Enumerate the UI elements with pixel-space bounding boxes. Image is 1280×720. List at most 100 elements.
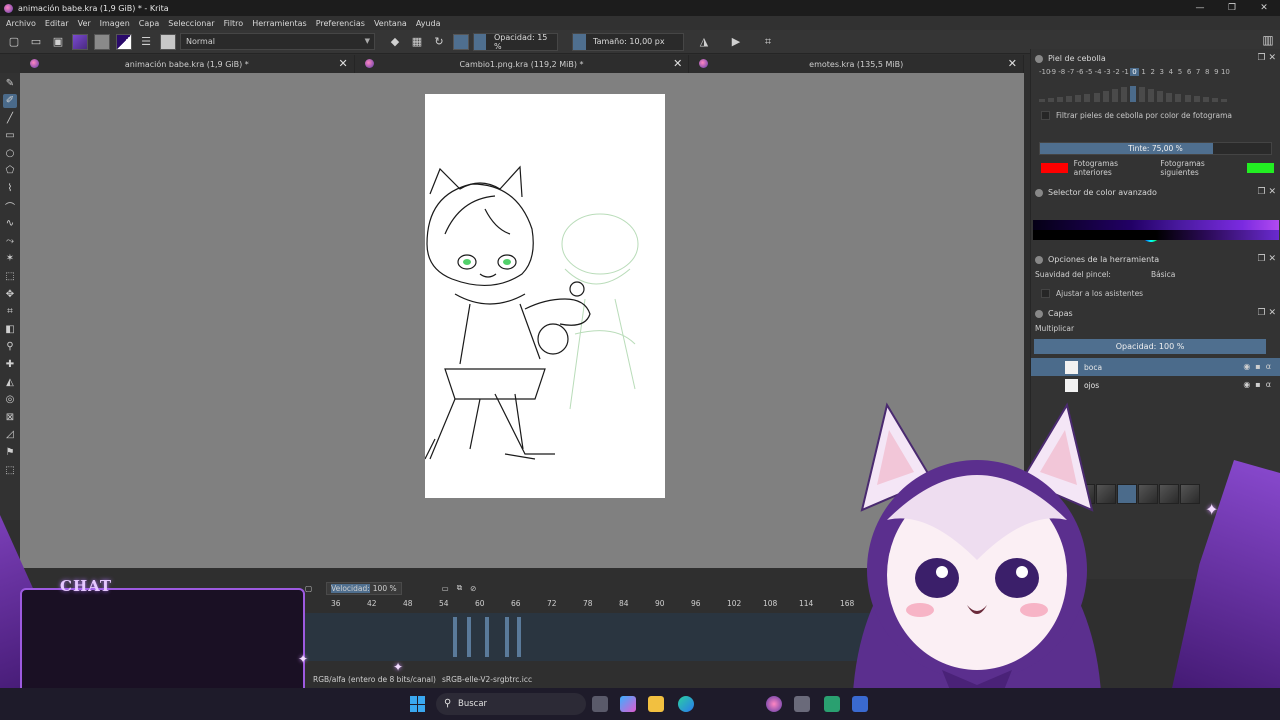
onion-frame-1[interactable]: 1	[1139, 68, 1148, 76]
fill-tool-icon[interactable]: ◭	[3, 375, 17, 389]
menu-ayuda[interactable]: Ayuda	[416, 19, 441, 28]
brush-preset[interactable]	[1138, 484, 1158, 504]
onion-frame--9[interactable]: -9	[1048, 68, 1057, 76]
onion-frame-10[interactable]: 10	[1221, 68, 1230, 76]
onion-opacity-bar[interactable]	[1211, 98, 1218, 102]
layer-blend-select[interactable]: Multiplicar	[1035, 324, 1074, 333]
close-tab-icon[interactable]: ✕	[1008, 57, 1017, 70]
line-tool-icon[interactable]: ╱	[3, 111, 17, 125]
onion-frame-6[interactable]: 6	[1185, 68, 1194, 76]
fg-bg-color-swatch[interactable]	[116, 33, 132, 50]
layer-visibility-lock-icons[interactable]: ◉▪α	[1243, 380, 1276, 389]
onion-toggle-icon[interactable]: ▭	[442, 584, 449, 593]
onion-frame-8[interactable]: 8	[1203, 68, 1212, 76]
panel-float-close-icons[interactable]: ❐ ✕	[1258, 308, 1276, 318]
layer-blend-row[interactable]: Multiplicar	[1031, 321, 1280, 336]
select-rectangle-tool-icon[interactable]: ⬚	[3, 463, 17, 477]
open-folder-icon[interactable]: ▭	[28, 34, 44, 50]
onion-opacity-bar[interactable]	[1202, 97, 1209, 102]
layer-opacity-slider[interactable]: Opacidad: 100 %	[1034, 339, 1266, 354]
close-window-button[interactable]: ✕	[1248, 0, 1280, 16]
mirror-vertical-icon[interactable]: ▶	[728, 34, 744, 50]
drop-frames-icon[interactable]: ⊘	[470, 584, 476, 593]
new-document-icon[interactable]: ▢	[6, 34, 22, 50]
onion-frame--7[interactable]: -7	[1066, 68, 1075, 76]
ellipse-tool-icon[interactable]: ○	[3, 146, 17, 160]
task-view-icon[interactable]	[592, 696, 608, 712]
menu-ver[interactable]: Ver	[78, 19, 91, 28]
onion-frame--8[interactable]: -8	[1057, 68, 1066, 76]
taskbar-search-input[interactable]: ⚲ Buscar	[436, 693, 586, 715]
onion-opacity-bar[interactable]	[1193, 96, 1200, 102]
onion-opacity-bar[interactable]	[1148, 89, 1155, 102]
crop-tool-icon[interactable]: ⌗	[3, 305, 17, 319]
opacity-slider[interactable]: Opacidad: 15 %	[473, 32, 558, 51]
polyline-tool-icon[interactable]: ⌇	[3, 182, 17, 196]
app-taskbar-icon[interactable]	[794, 696, 810, 712]
onion-opacity-bar[interactable]	[1057, 97, 1064, 102]
smart-patch-tool-icon[interactable]: ✚	[3, 358, 17, 372]
tab-animacion-babe[interactable]: animación babe.kra (1,9 GiB) * ✕	[20, 55, 355, 73]
copilot-icon[interactable]	[620, 696, 636, 712]
freehand-brush-tool-icon[interactable]: ✐	[3, 93, 17, 108]
brush-preset-swatch[interactable]	[160, 33, 176, 50]
assistant-tool-icon[interactable]: ⊠	[3, 410, 17, 424]
onion-opacity-bar[interactable]	[1166, 93, 1173, 102]
minimize-button[interactable]: —	[1184, 0, 1216, 16]
onion-filter-checkbox-row[interactable]: Filtrar pieles de cebolla por color de f…	[1031, 108, 1280, 122]
onion-opacity-bar[interactable]	[1139, 87, 1146, 102]
onion-frame-9[interactable]: 9	[1212, 68, 1221, 76]
wrap-around-icon[interactable]: ⌗	[760, 34, 776, 50]
panel-float-close-icons[interactable]: ❐ ✕	[1258, 53, 1276, 63]
color-picker-tool-icon[interactable]: ⚲	[3, 340, 17, 354]
speed-field[interactable]: Velocidad: 100 %	[326, 581, 402, 595]
menu-ventana[interactable]: Ventana	[374, 19, 407, 28]
onion-opacity-bar[interactable]	[1175, 94, 1182, 102]
layer-row[interactable]: boca ◉▪α	[1031, 358, 1280, 376]
assistants-checkbox[interactable]	[1041, 288, 1050, 298]
save-icon[interactable]: ▣	[50, 34, 66, 50]
onion-frame--5[interactable]: -5	[1084, 68, 1093, 76]
tab-emotes[interactable]: emotes.kra (135,5 MiB) ✕	[689, 55, 1025, 73]
onion-frame--2[interactable]: -2	[1112, 68, 1121, 76]
onion-opacity-bar[interactable]	[1184, 95, 1191, 102]
onion-opacity-bar[interactable]	[1157, 91, 1164, 102]
panel-float-close-icons[interactable]: ❐ ✕	[1258, 254, 1276, 264]
drawing-canvas[interactable]	[424, 94, 665, 498]
brush-settings-icon[interactable]: ☰	[138, 34, 154, 50]
onion-opacity-bar[interactable]	[1120, 87, 1127, 102]
onion-frame-5[interactable]: 5	[1175, 68, 1184, 76]
menu-imagen[interactable]: Imagen	[100, 19, 130, 28]
onion-opacity-bar[interactable]	[1111, 89, 1118, 102]
frame-settings-icon[interactable]: ▢	[305, 584, 312, 593]
menu-archivo[interactable]: Archivo	[6, 19, 36, 28]
app-taskbar-icon[interactable]	[852, 696, 868, 712]
calligraphy-tool-icon[interactable]: ✎	[3, 76, 17, 90]
rectangle-tool-icon[interactable]: ▭	[3, 129, 17, 143]
size-slider[interactable]: Tamaño: 10,00 px	[572, 32, 684, 51]
onion-opacity-bar[interactable]	[1093, 93, 1100, 102]
smoothing-select[interactable]: Básica	[1151, 270, 1175, 279]
menu-editar[interactable]: Editar	[45, 19, 69, 28]
filter-checkbox[interactable]	[1041, 110, 1050, 120]
onion-opacity-bar[interactable]	[1066, 96, 1073, 102]
onion-opacity-bar[interactable]	[1039, 99, 1045, 102]
polygon-tool-icon[interactable]: ⬠	[3, 164, 17, 178]
reference-tool-icon[interactable]: ⚑	[3, 445, 17, 459]
edge-browser-icon[interactable]	[678, 696, 694, 712]
windows-start-icon[interactable]	[410, 696, 426, 712]
opacity-reset-icon[interactable]	[453, 33, 469, 50]
onion-opacity-bar[interactable]	[1048, 98, 1055, 102]
multibrush-tool-icon[interactable]: ✶	[3, 252, 17, 266]
close-tab-icon[interactable]: ✕	[673, 57, 682, 70]
onion-frame-3[interactable]: 3	[1157, 68, 1166, 76]
brush-preset[interactable]	[1159, 484, 1179, 504]
close-tab-icon[interactable]: ✕	[338, 57, 347, 70]
menu-capa[interactable]: Capa	[139, 19, 159, 28]
krita-taskbar-icon[interactable]	[766, 696, 782, 712]
gradient-swatch[interactable]	[72, 33, 88, 50]
transform-tool-icon[interactable]: ⬚	[3, 270, 17, 284]
gradient-tool-icon[interactable]: ◧	[3, 322, 17, 336]
onion-frame-0[interactable]: 0	[1129, 68, 1140, 76]
onion-frame-7[interactable]: 7	[1194, 68, 1203, 76]
